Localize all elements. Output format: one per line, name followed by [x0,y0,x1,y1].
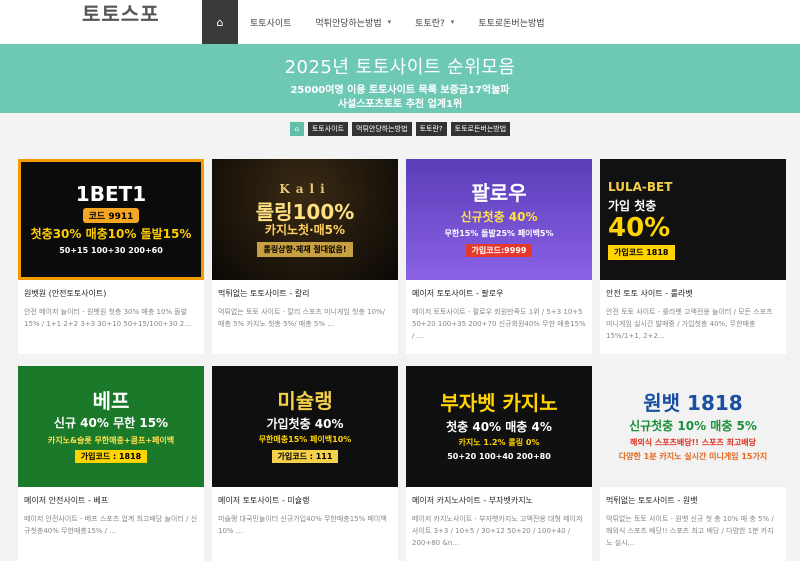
chevron-down-icon: ▾ [387,18,392,26]
post-title[interactable]: 먹튀없는 토토사이트 - 원뱃 [600,487,786,513]
post-thumbnail[interactable]: 팔로우 신규첫충 40% 무한15% 돌발25% 페이백5% 가입코드:9999 [406,159,592,280]
home-icon[interactable]: ⌂ [202,0,238,44]
post-title[interactable]: 메이저 카지노사이트 - 부자벳카지노 [406,487,592,513]
post-thumbnail[interactable]: 1BET1 코드 9911 첫충30% 매충10% 돌발15% 50+15 10… [18,159,204,280]
post-card[interactable]: 1BET1 코드 9911 첫충30% 매충10% 돌발15% 50+15 10… [18,159,204,354]
post-title[interactable]: 원벳원 (안전토토사이트) [18,280,204,306]
post-excerpt: 안전 토토 사이트 - 룰라벳 고액전용 놀이터 / 모든 스포츠 미니게임 실… [606,308,773,340]
post-thumbnail[interactable]: 베프 신규 40% 무한 15% 카지노&슬롯 무한매충+콤프+페이백 가입코드… [18,366,204,487]
site-logo[interactable]: 토토스포 [82,0,160,27]
post-excerpt: 메이저 카지노사이트 - 부자벳카지노 고액전용 대형 메이저사이트 3+3 /… [412,515,583,547]
post-title[interactable]: 메이저 안전사이트 - 베프 [18,487,204,513]
hero-banner: 2025년 토토사이트 순위모음 25000여명 이용 토토사이트 목록 보증금… [0,44,800,113]
nav-item-scam-prevention[interactable]: 먹튀안당하는방법 ▾ [303,0,403,44]
post-card[interactable]: 팔로우 신규첫충 40% 무한15% 돌발25% 페이백5% 가입코드:9999… [406,159,592,354]
post-excerpt: 안전 메이저 놀이터 - 원벳원 첫충 30% 매충 10% 돌발 15% / … [24,308,192,328]
post-title[interactable]: 메이저 토토사이트 - 팔로우 [406,280,592,306]
subnav-item-scam-prevention[interactable]: 먹튀안당하는방법 [352,122,412,136]
post-title[interactable]: 안전 토토 사이트 - 룰라벳 [600,280,786,306]
post-excerpt: 먹튀없는 토토 사이트 - 원뱃 신규 첫 충 10% 매 충 5% / 해외식… [606,515,774,547]
post-card[interactable]: 미슐랭 가입첫충 40% 무한매충15% 페이백10% 가입코드 : 111 메… [212,366,398,561]
post-card[interactable]: 베프 신규 40% 무한 15% 카지노&슬롯 무한매충+콤프+페이백 가입코드… [18,366,204,561]
post-card[interactable]: 원뱃 1818 신규첫충 10% 매충 5% 해외식 스포츠배당!! 스포츠 최… [600,366,786,561]
nav-item-what-is-toto[interactable]: 토토란? ▾ [403,0,466,44]
post-excerpt: 먹튀없는 토토 사이트 - 칼리 스포츠 미니게임 첫충 10%/ 매충 5% … [218,308,386,328]
post-title[interactable]: 먹튀없는 토토사이트 - 칼리 [212,280,398,306]
sub-nav: ⌂ 토토사이트 먹튀안당하는방법 토토란? 토토로돈버는방법 [0,122,800,136]
site-header: 토토스포 ⌂ 토토사이트 먹튀안당하는방법 ▾ 토토란? ▾ 토토로돈버는방법 [0,0,800,44]
post-card[interactable]: 부자벳 카지노 첫충 40% 매충 4% 카지노 1.2% 롤링 0% 50+2… [406,366,592,561]
hero-subtitle-1: 25000여명 이용 토토사이트 목록 보증금17억눌파 [290,85,510,96]
page-title: 2025년 토토사이트 순위모음 [284,57,516,78]
post-thumbnail[interactable]: 미슐랭 가입첫충 40% 무한매충15% 페이백10% 가입코드 : 111 [212,366,398,487]
subnav-item-what-is-toto[interactable]: 토토란? [415,122,447,136]
chevron-down-icon: ▾ [450,18,455,26]
subnav-item-toto-site[interactable]: 토토사이트 [307,122,349,136]
post-title[interactable]: 메이저 토토사이트 - 미슐랭 [212,487,398,513]
nav-item-toto-site[interactable]: 토토사이트 [238,0,303,44]
nav-item-make-money[interactable]: 토토로돈버는방법 [466,0,556,44]
post-excerpt: 메이저 안전사이트 - 베프 스포츠 업계 최고배당 놀이터 / 신규첫충40%… [24,515,198,535]
post-card[interactable]: LULA-BET 가입 첫충 40% 가입코드 1818 안전 토토 사이트 -… [600,159,786,354]
post-thumbnail[interactable]: Kali 롤링100% 카지노첫·매5% 롤링상향·제재 절대없음! [212,159,398,280]
home-icon[interactable]: ⌂ [289,122,304,136]
post-thumbnail[interactable]: LULA-BET 가입 첫충 40% 가입코드 1818 [600,159,786,280]
subnav-item-make-money[interactable]: 토토로돈버는방법 [450,122,511,136]
post-thumbnail[interactable]: 부자벳 카지노 첫충 40% 매충 4% 카지노 1.2% 롤링 0% 50+2… [406,366,592,487]
hero-subtitle-2: 사설스포츠토토 추천 업계1위 [337,99,463,110]
main-nav: 토토사이트 먹튀안당하는방법 ▾ 토토란? ▾ 토토로돈버는방법 [238,0,557,44]
post-thumbnail[interactable]: 원뱃 1818 신규첫충 10% 매충 5% 해외식 스포츠배당!! 스포츠 최… [600,366,786,487]
post-grid: 1BET1 코드 9911 첫충30% 매충10% 돌발15% 50+15 10… [18,159,786,561]
post-excerpt: 미슐랭 대국민놀이터 신규가입40% 무한매충15% 페이백10% … [218,515,387,535]
post-card[interactable]: Kali 롤링100% 카지노첫·매5% 롤링상향·제재 절대없음! 먹튀없는 … [212,159,398,354]
post-excerpt: 메이저 토토사이트 - 팔로우 회원만족도 1위 / 5+3 10+5 50+2… [412,308,586,340]
